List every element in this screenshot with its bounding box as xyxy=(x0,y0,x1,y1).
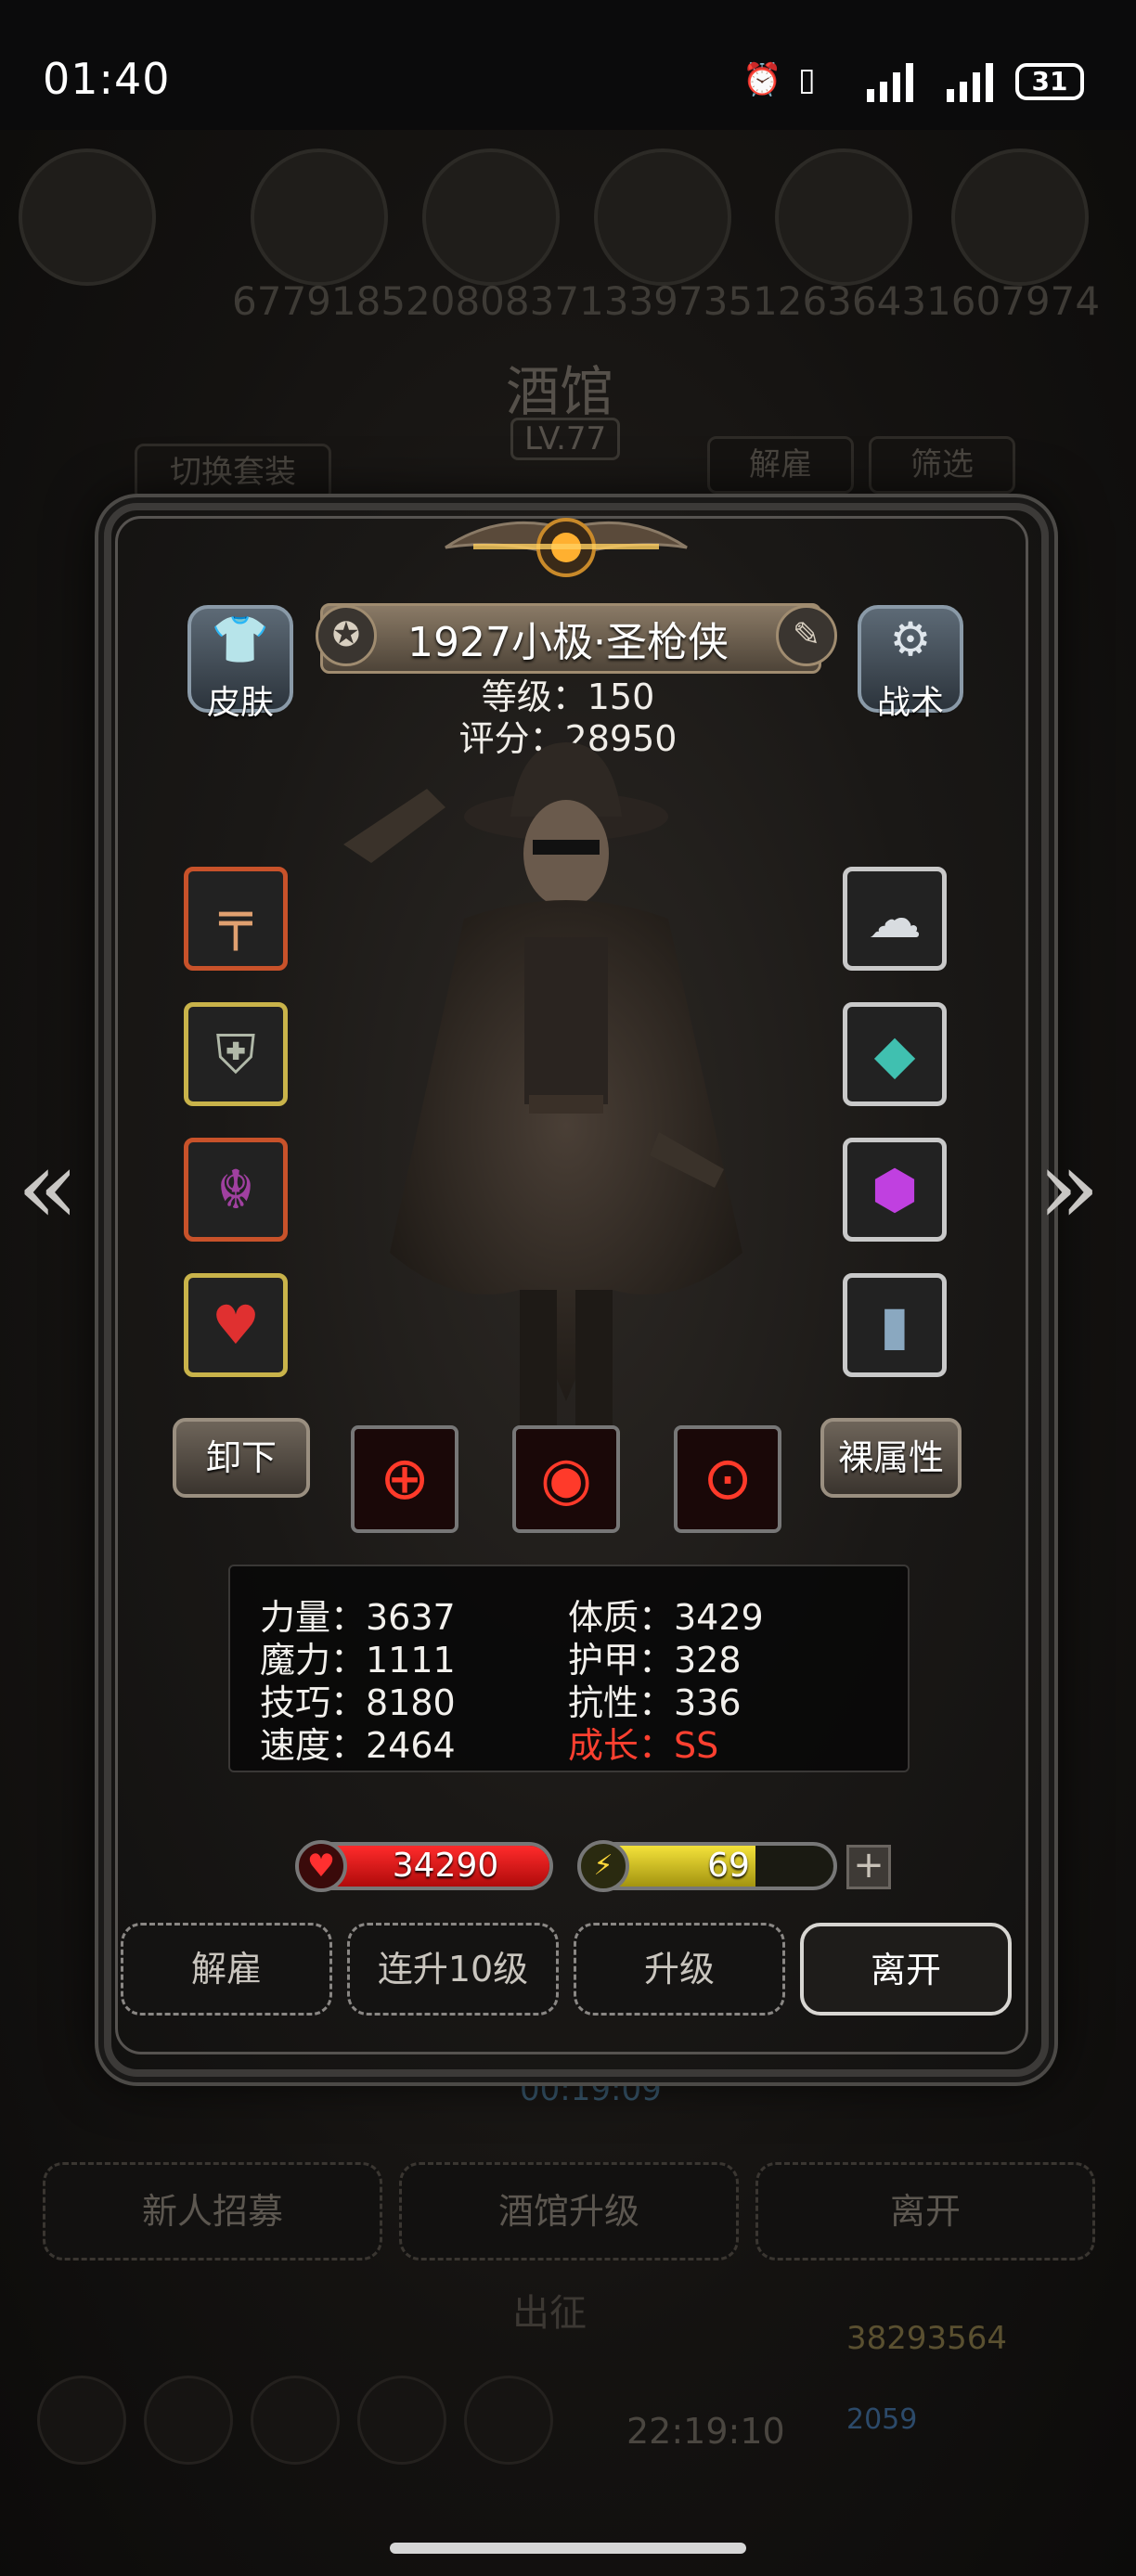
purple-gem-icon: ⬢ xyxy=(871,1158,919,1221)
hero-name: 1927小极·圣枪侠 xyxy=(407,619,729,666)
tome-icon: ▮ xyxy=(880,1294,910,1357)
heart-amulet-icon: ♥ xyxy=(212,1294,260,1357)
alarm-icon: ⏰ xyxy=(742,61,782,98)
skill-slot[interactable]: ◉ xyxy=(512,1425,620,1533)
heart-icon: ♥ xyxy=(295,1840,347,1892)
bg-resource-icon xyxy=(422,148,560,286)
stat-speed: 速度：2464 xyxy=(260,1725,456,1766)
target-skill-icon: ⊙ xyxy=(703,1445,753,1513)
bg-gold-value: 38293564 xyxy=(846,2320,1008,2357)
crosshair-skill-icon: ⊕ xyxy=(380,1445,430,1513)
tactics-label: 战术 xyxy=(876,684,944,722)
crystal-rune-icon: ◆ xyxy=(873,1023,916,1086)
upgrade-10-button[interactable]: 连升10级 xyxy=(347,1923,559,2016)
add-energy-button[interactable]: + xyxy=(846,1845,891,1889)
armor-slot[interactable]: ⛨ xyxy=(184,1002,288,1106)
hero-portrait xyxy=(343,742,742,1429)
panel-ornament-icon xyxy=(445,518,688,577)
hp-value: 34290 xyxy=(392,1847,499,1885)
bg-resource-value: 1263643 xyxy=(753,278,927,324)
vibrate-icon: ▯ xyxy=(798,61,816,98)
chest-armor-icon: ⛨ xyxy=(215,1023,256,1086)
book-slot[interactable]: ▮ xyxy=(843,1273,947,1377)
bg-resource-value: 1339735 xyxy=(579,278,754,324)
bg-tavern-level: LV.77 xyxy=(510,418,621,460)
bg-resource-icon xyxy=(775,148,912,286)
bg-menu-icon xyxy=(144,2376,233,2465)
bg-upgrade-tavern-button: 酒馆升级 xyxy=(399,2162,739,2260)
bg-switch-set-button: 切换套装 xyxy=(135,444,331,501)
weapon-slot[interactable]: ╤ xyxy=(184,867,288,971)
bg-resource-icon xyxy=(594,148,731,286)
bg-menu-icon xyxy=(37,2376,126,2465)
next-hero-button[interactable]: » xyxy=(1038,1127,1100,1246)
dismiss-button[interactable]: 解雇 xyxy=(121,1923,332,2016)
home-indicator[interactable] xyxy=(390,2543,746,2554)
bg-tavern-title: 酒馆 xyxy=(506,360,614,423)
accessory-slot[interactable]: ☁ xyxy=(843,867,947,971)
skill-slot[interactable]: ⊙ xyxy=(674,1425,781,1533)
gear-icon: ⚙ xyxy=(889,612,932,666)
clock: 01:40 xyxy=(43,54,171,104)
cloud-orb-icon: ☁ xyxy=(868,887,922,950)
skin-label: 皮肤 xyxy=(206,684,274,722)
bg-menu-icon xyxy=(357,2376,446,2465)
stat-growth: 成长：SS xyxy=(568,1725,719,1766)
bg-time-value: 22:19:10 xyxy=(626,2411,785,2452)
bg-leave-button: 离开 xyxy=(755,2162,1095,2260)
tactics-button[interactable]: ⚙ 战术 xyxy=(858,605,963,722)
demon-helm-icon: ☬ xyxy=(216,1158,255,1221)
bg-dismiss-button: 解雇 xyxy=(707,436,854,494)
bg-resource-value: 2080837 xyxy=(406,278,580,324)
vortex-skill-icon: ◉ xyxy=(540,1445,592,1513)
bg-filter-button: 筛选 xyxy=(869,436,1015,494)
bg-timer: 00:19:09 xyxy=(520,2071,662,2108)
skin-button[interactable]: 👕 皮肤 xyxy=(187,605,293,722)
bg-map-icon xyxy=(19,148,156,286)
bg-resource-icon xyxy=(951,148,1089,286)
edit-name-icon[interactable]: ✎ xyxy=(776,605,837,666)
energy-value: 69 xyxy=(707,1847,750,1885)
signal-icon xyxy=(865,59,917,108)
signal-icon xyxy=(932,59,997,108)
bg-resource-value: 1607974 xyxy=(926,278,1101,324)
leave-button[interactable]: 离开 xyxy=(800,1923,1012,2016)
bg-menu-icon xyxy=(464,2376,553,2465)
bg-resource-value: 6779185 xyxy=(232,278,407,324)
flintlock-pistol-icon: ╤ xyxy=(219,887,252,950)
bg-menu-icon xyxy=(251,2376,340,2465)
bg-expedition-label: 出征 xyxy=(512,2292,587,2335)
battery-indicator: 31 xyxy=(1015,63,1084,100)
previous-hero-button[interactable]: « xyxy=(17,1127,79,1246)
shirt-icon: 👕 xyxy=(211,612,270,666)
upgrade-button[interactable]: 升级 xyxy=(574,1923,785,2016)
bg-recruit-button: 新人招募 xyxy=(43,2162,382,2260)
skill-slot[interactable]: ⊕ xyxy=(351,1425,458,1533)
gem-slot[interactable]: ⬢ xyxy=(843,1138,947,1242)
amulet-slot[interactable]: ♥ xyxy=(184,1273,288,1377)
bg-gem-value: 2059 xyxy=(846,2403,918,2436)
base-attributes-button[interactable]: 裸属性 xyxy=(820,1418,962,1498)
status-bar: 01:40 ⏰ ▯ 31 xyxy=(0,0,1136,148)
rune-slot[interactable]: ◆ xyxy=(843,1002,947,1106)
lightning-icon: ⚡ xyxy=(577,1840,629,1892)
helm-slot[interactable]: ☬ xyxy=(184,1138,288,1242)
unequip-button[interactable]: 卸下 xyxy=(173,1418,310,1498)
bg-resource-icon xyxy=(251,148,388,286)
